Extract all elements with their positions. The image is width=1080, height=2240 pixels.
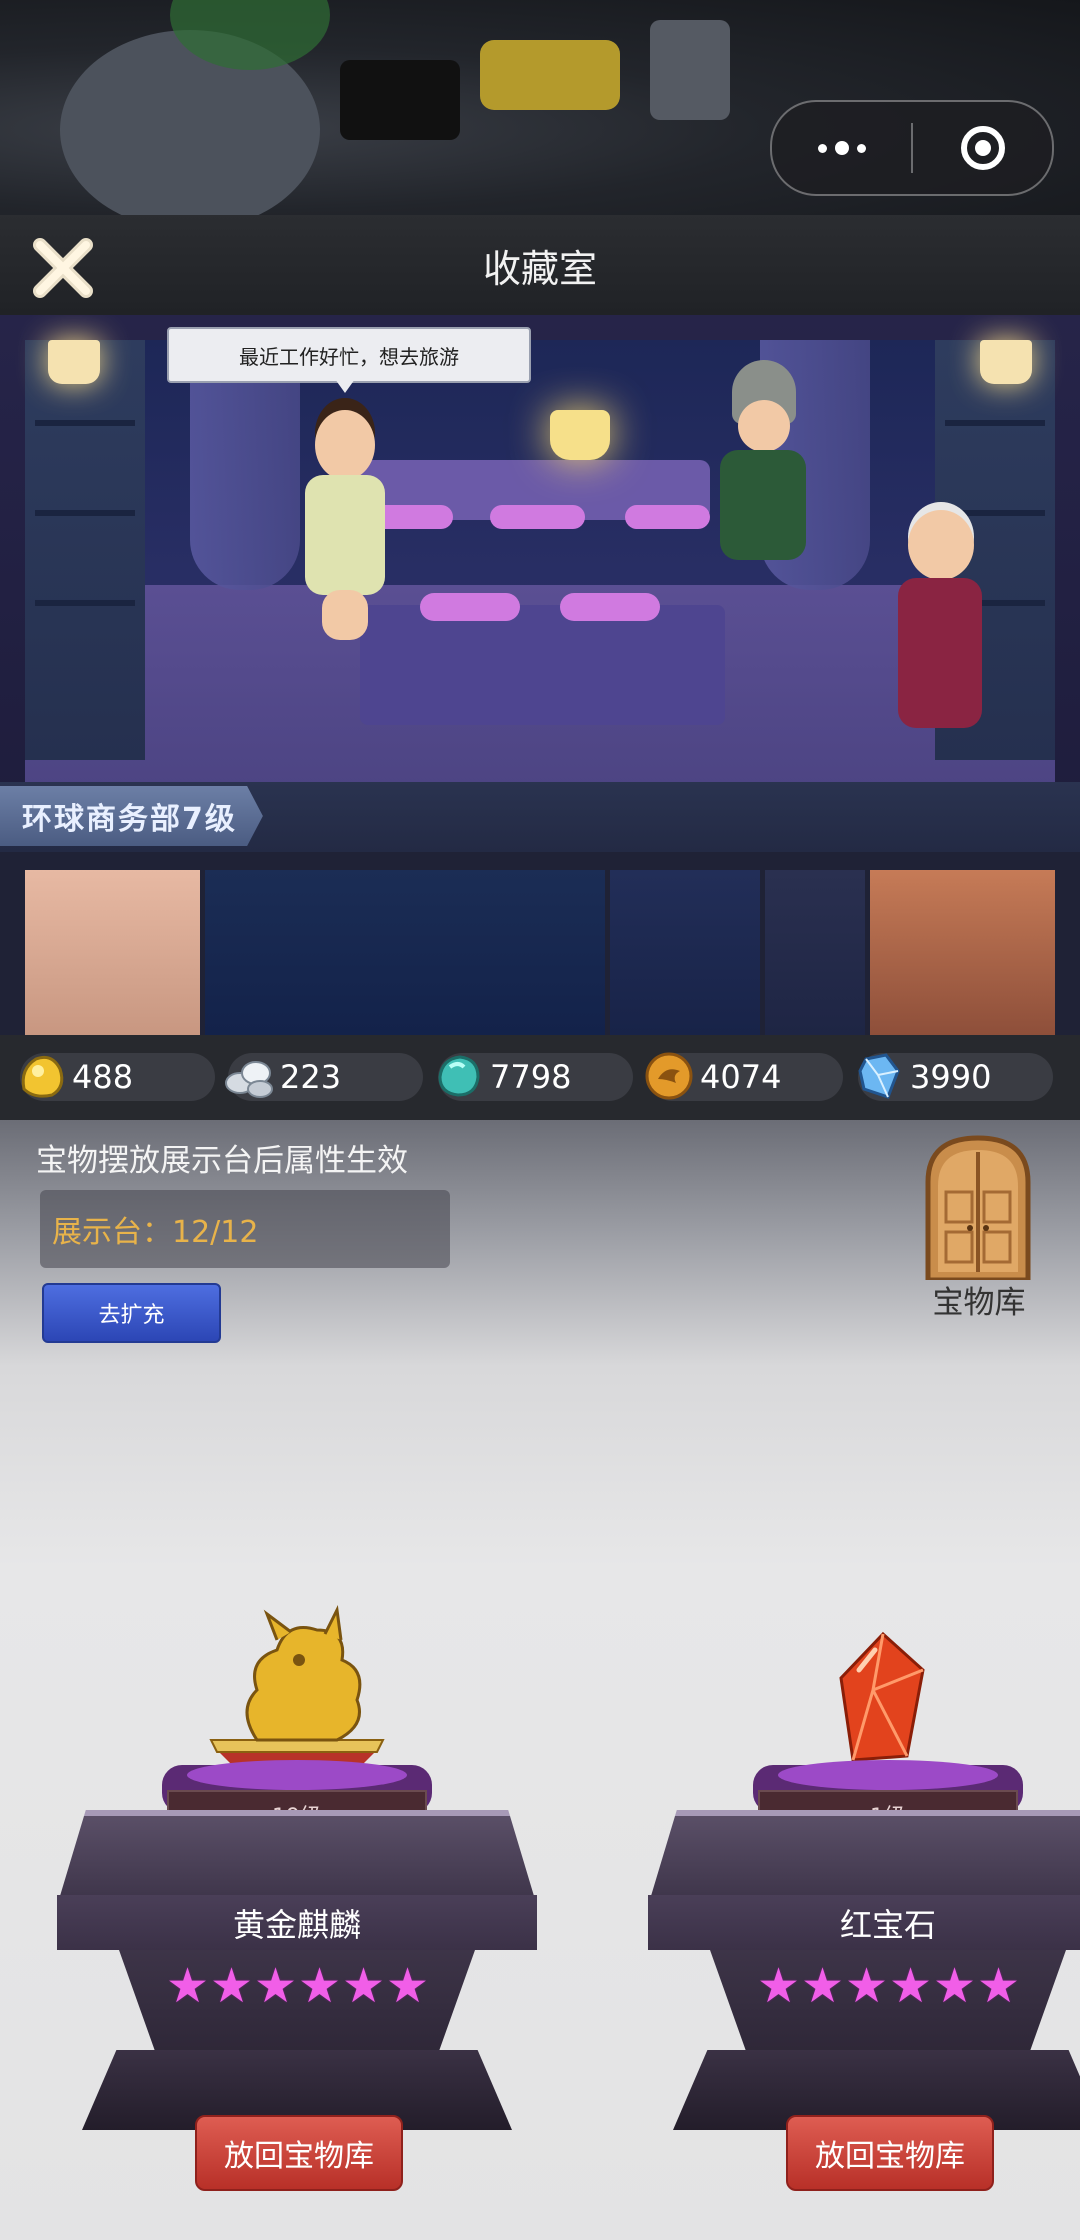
treasure-name: 红宝石: [648, 1895, 1080, 1950]
speech-bubble-tail: [335, 379, 355, 393]
game-backdrop: [0, 0, 1080, 215]
blue-crystal-icon: [858, 1053, 900, 1099]
display-slot-count: 展示台：12/12: [40, 1190, 450, 1268]
star-icon: ★: [386, 1958, 430, 2014]
star-rating: ★ ★ ★ ★ ★ ★: [648, 1958, 1080, 2014]
star-icon: ★: [166, 1958, 210, 2014]
treasure-name: 黄金麒麟: [57, 1895, 537, 1950]
jade-gem-icon: [438, 1055, 480, 1097]
character-soldier[interactable]: [712, 360, 812, 580]
return-to-vault-button[interactable]: 放回宝物库: [195, 2115, 403, 2191]
star-icon: ★: [210, 1958, 254, 2014]
ruby-icon[interactable]: [823, 1630, 943, 1770]
table-cushion: [420, 593, 520, 621]
department-level-tag: 环球商务部7级: [0, 786, 263, 846]
bronze-coin-icon: [645, 1052, 693, 1100]
resource-value: 488: [72, 1058, 134, 1096]
star-rating: ★ ★ ★ ★ ★ ★: [57, 1958, 537, 2014]
resource-value: 7798: [490, 1058, 572, 1096]
close-icon[interactable]: [28, 233, 98, 303]
speech-bubble: 最近工作好忙，想去旅游: [167, 327, 531, 383]
resource-crystal: 3990: [858, 1053, 1053, 1101]
display-pedestal: 1级 红宝石 ★ ★ ★ ★ ★ ★ 放回宝物库: [648, 1610, 1080, 2191]
expand-button[interactable]: 去扩充: [42, 1283, 221, 1343]
star-icon: ★: [933, 1958, 977, 2014]
resource-value: 223: [280, 1058, 342, 1096]
golden-qilin-icon[interactable]: [207, 1600, 387, 1775]
effect-hint: 宝物摆放展示台后属性生效: [36, 1143, 408, 1179]
cushion-top: [778, 1760, 998, 1790]
wall-lamp-left: [48, 340, 100, 384]
sofa-cushion: [490, 505, 585, 529]
target-icon: [960, 126, 1005, 170]
resource-value: 3990: [910, 1058, 992, 1096]
star-icon: ★: [801, 1958, 845, 2014]
table-cushion: [560, 593, 660, 621]
resource-gold: 488: [20, 1053, 215, 1101]
coffee-table: [360, 605, 725, 725]
mini-program-capsule: [770, 100, 1054, 196]
star-icon: ★: [977, 1958, 1021, 2014]
pedestal-top: [57, 1810, 537, 1906]
star-icon: ★: [298, 1958, 342, 2014]
star-icon: ★: [757, 1958, 801, 2014]
pedestal-top: [648, 1810, 1080, 1906]
lower-floor-rooms: [0, 852, 1080, 1035]
display-pedestal: 19级 黄金麒麟 ★ ★ ★ ★ ★ ★ 放回宝物库: [57, 1604, 617, 2191]
star-icon: ★: [889, 1958, 933, 2014]
treasure-vault-door-icon[interactable]: [922, 1132, 1034, 1280]
resource-silver: 223: [225, 1053, 423, 1101]
silver-ore-icon: [225, 1061, 273, 1098]
table-lamp-icon: [550, 410, 610, 460]
exit-mini-program-button[interactable]: [913, 102, 1052, 194]
resource-bar: 488 223 7798 4074 3990: [0, 1035, 1080, 1120]
character-old-man[interactable]: [890, 510, 990, 735]
gold-nugget-icon: [21, 1055, 64, 1098]
more-menu-button[interactable]: [772, 102, 911, 194]
sofa-cushion: [625, 505, 710, 529]
more-dots-icon: [817, 141, 866, 155]
resource-value: 4074: [700, 1058, 782, 1096]
office-room-scene[interactable]: [0, 315, 1080, 1035]
page-title: 收藏室: [482, 246, 597, 291]
star-icon: ★: [845, 1958, 889, 2014]
return-to-vault-button[interactable]: 放回宝物库: [786, 2115, 994, 2191]
bookshelf-left: [25, 340, 145, 760]
treasure-vault-label[interactable]: 宝物库: [918, 1277, 1040, 1322]
title-bar: 收藏室: [0, 215, 1080, 315]
cushion-top: [187, 1760, 407, 1790]
character-woman[interactable]: [300, 410, 390, 640]
wall-lamp-right: [980, 340, 1032, 384]
star-icon: ★: [342, 1958, 386, 2014]
star-icon: ★: [254, 1958, 298, 2014]
resource-jade: 7798: [438, 1053, 633, 1101]
resource-bronze: 4074: [645, 1052, 843, 1101]
